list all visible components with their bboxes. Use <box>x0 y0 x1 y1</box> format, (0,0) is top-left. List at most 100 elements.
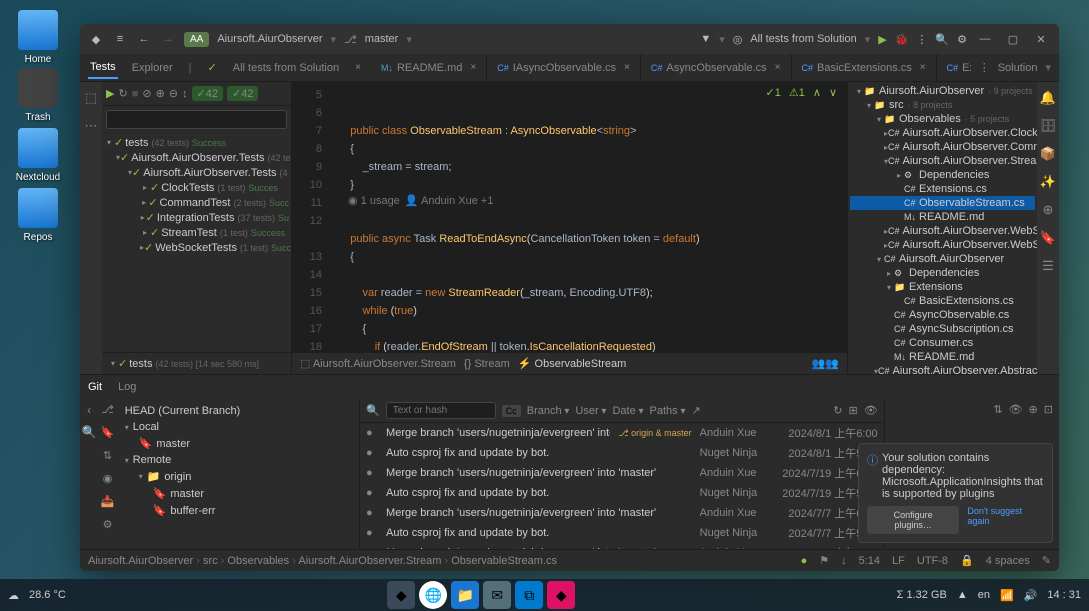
git-branch-node[interactable]: ▾Remote <box>121 452 355 468</box>
tab-more-icon[interactable]: ⋮ <box>979 61 990 74</box>
test-node[interactable]: ▾✓Aiursoft.AiurObserver.Tests(4 <box>104 165 289 180</box>
tests-tab[interactable]: Tests <box>88 57 118 79</box>
date-filter[interactable]: Date ▾ <box>612 405 643 417</box>
desktop-icon-home[interactable]: Home <box>8 10 68 65</box>
inspection-down-icon[interactable]: ∨ <box>829 86 837 99</box>
files-icon[interactable]: 📁 <box>451 581 479 609</box>
close-run-icon[interactable]: × <box>353 58 363 77</box>
gear-icon[interactable]: ⚙ <box>957 33 967 46</box>
inspection-ok-icon[interactable]: ✓1 <box>766 86 781 99</box>
sb-build-ok-icon[interactable]: ● <box>801 555 808 567</box>
commit-row[interactable]: ●Auto csproj fix and update by bot.Nuget… <box>360 483 884 503</box>
sb-path-segment[interactable]: src <box>203 555 218 567</box>
database-icon[interactable]: 🗄 <box>1040 118 1057 134</box>
git-tag-icon[interactable]: 🔖 <box>101 426 115 439</box>
git-settings-icon[interactable]: ⚙ <box>103 518 113 531</box>
sb-encoding[interactable]: UTF-8 <box>917 555 948 567</box>
git-branch-node[interactable]: 🔖master <box>121 485 355 502</box>
sb-path[interactable]: Aiursoft.AiurObserver › src › Observable… <box>88 555 557 567</box>
filter-passed-icon[interactable]: ⊘ <box>142 87 151 100</box>
git-branch-node[interactable]: ▾📁origin <box>121 468 355 485</box>
user-filter[interactable]: User ▾ <box>575 405 606 417</box>
solution-node[interactable]: M↓README.md <box>850 350 1035 364</box>
solution-node[interactable]: ▾📁Extensions <box>850 280 1035 294</box>
app-icon[interactable]: ◆ <box>88 31 104 47</box>
solution-node[interactable]: C#AsyncSubscription.cs <box>850 322 1035 336</box>
solution-node[interactable]: C#ObservableStream.cs <box>850 196 1035 210</box>
solution-node[interactable]: ▸C#Aiursoft.AiurObserver.Command <box>850 140 1035 154</box>
sb-indent[interactable]: 4 spaces <box>986 555 1030 567</box>
commit-view-icon[interactable]: ⊞ <box>848 404 857 417</box>
log-tab[interactable]: Log <box>118 381 136 393</box>
git-branch-node[interactable]: HEAD (Current Branch) <box>121 403 355 419</box>
nuget-icon[interactable]: 📦 <box>1040 146 1056 162</box>
run-tests-icon[interactable]: ▶ <box>106 87 114 100</box>
inspection-warn-icon[interactable]: ⚠1 <box>789 86 805 99</box>
close-tab-icon[interactable]: × <box>920 62 926 73</box>
all-tests-label[interactable]: All tests from Solution <box>231 58 341 78</box>
target-icon[interactable]: ◎ <box>733 33 743 46</box>
bc-class[interactable]: {} Stream <box>464 358 510 370</box>
sb-path-segment[interactable]: ObservableStream.cs <box>451 555 557 567</box>
bc-member[interactable]: ⚡ ObservableStream <box>518 357 626 370</box>
structure-icon[interactable]: ⬚ <box>85 90 97 106</box>
nav-back-icon[interactable]: ← <box>136 31 152 47</box>
solution-node[interactable]: C#AsyncObservable.cs <box>850 308 1035 322</box>
sb-path-segment[interactable]: Aiursoft.AiurObserver.Stream <box>298 555 441 567</box>
mail-icon[interactable]: ✉ <box>483 581 511 609</box>
git-stash-icon[interactable]: 📥 <box>101 495 115 508</box>
sort-icon[interactable]: ↕ <box>182 88 188 100</box>
project-name[interactable]: Aiursoft.AiurObserver <box>217 33 322 45</box>
run-config[interactable]: All tests from Solution <box>750 33 856 45</box>
test-node[interactable]: ▸✓ClockTests(1 test)Succes <box>104 180 289 195</box>
solution-dropdown[interactable]: Solution <box>998 62 1038 74</box>
refresh-commits-icon[interactable]: ↻ <box>833 404 842 417</box>
commit-search-input[interactable] <box>386 402 496 419</box>
lang-indicator[interactable]: en <box>978 589 990 601</box>
rider-icon[interactable]: ◆ <box>547 581 575 609</box>
inspection-up-icon[interactable]: ∧ <box>813 86 821 99</box>
close-tab-icon[interactable]: × <box>624 62 630 73</box>
test-node[interactable]: ▸✓StreamTest(1 test)Success <box>104 225 289 240</box>
commit-row[interactable]: ●Merge branch 'users/nugetninja/evergree… <box>360 423 884 443</box>
solution-node[interactable]: ▾C#Aiursoft.AiurObserver <box>850 252 1035 266</box>
git-cherry-icon[interactable]: ◉ <box>103 472 113 485</box>
minimize-button[interactable]: — <box>975 33 995 46</box>
hamburger-icon[interactable]: ≡ <box>112 31 128 47</box>
avatars-icon[interactable]: 👥👥 <box>812 357 839 370</box>
chrome-icon[interactable]: 🌐 <box>419 581 447 609</box>
paths-reset-icon[interactable]: ↗ <box>691 404 700 417</box>
tray-volume-icon[interactable]: 🔊 <box>1024 589 1038 602</box>
todo-icon[interactable]: ☰ <box>1042 258 1054 274</box>
rerun-icon[interactable]: ↻ <box>118 87 127 100</box>
git-branch-node[interactable]: 🔖master <box>121 435 355 452</box>
solution-node[interactable]: ▾C#Aiursoft.AiurObserver.Abstractions <box>850 364 1035 374</box>
git-tab[interactable]: Git <box>88 381 102 393</box>
dont-suggest-link[interactable]: Don't suggest again <box>967 506 1044 534</box>
file-tab[interactable]: C#BasicExtensions.cs× <box>792 54 937 81</box>
test-node[interactable]: ▸✓IntegrationTests(37 tests)Su <box>104 210 289 225</box>
sb-path-segment[interactable]: Observables <box>227 555 289 567</box>
solution-node[interactable]: ▸C#Aiursoft.AiurObserver.Clock <box>850 126 1035 140</box>
git-nav-back[interactable]: ‹ <box>87 403 91 417</box>
code-editor[interactable]: public class ObservableStream : AsyncObs… <box>330 82 847 352</box>
solution-node[interactable]: C#BasicExtensions.cs <box>850 294 1035 308</box>
solution-node[interactable]: C#Extensions.cs <box>850 182 1035 196</box>
desktop-icon-repos[interactable]: Repos <box>8 188 68 243</box>
solution-node[interactable]: ▸⚙Dependencies <box>850 168 1035 182</box>
sb-line-ending[interactable]: LF <box>892 555 905 567</box>
details-diff-icon[interactable]: ⇅ <box>993 403 1002 416</box>
solution-node[interactable]: ▸⚙Dependencies <box>850 266 1035 280</box>
file-tab[interactable]: C#IAsyncObservable.cs× <box>487 54 641 81</box>
commit-eye-icon[interactable]: 👁 <box>864 404 878 417</box>
paths-filter[interactable]: Paths ▾ <box>650 405 686 417</box>
sb-position[interactable]: 5:14 <box>859 555 880 567</box>
configure-plugins-button[interactable]: Configure plugins… <box>867 506 959 534</box>
memory-widget[interactable]: Σ 1.32 GB <box>897 589 947 601</box>
weather-icon[interactable]: ☁ <box>8 589 19 602</box>
solution-node[interactable]: ▸C#Aiursoft.AiurObserver.WebSocket.Ser <box>850 238 1035 252</box>
solution-node[interactable]: ▾C#Aiursoft.AiurObserver.Stream <box>850 154 1035 168</box>
collapse-icon[interactable]: ⊖ <box>169 87 178 100</box>
usage-hint[interactable]: ◉ 1 usage 👤 Anduin Xue +1 <box>348 194 493 207</box>
endpoints-icon[interactable]: ⊕ <box>1043 202 1054 218</box>
